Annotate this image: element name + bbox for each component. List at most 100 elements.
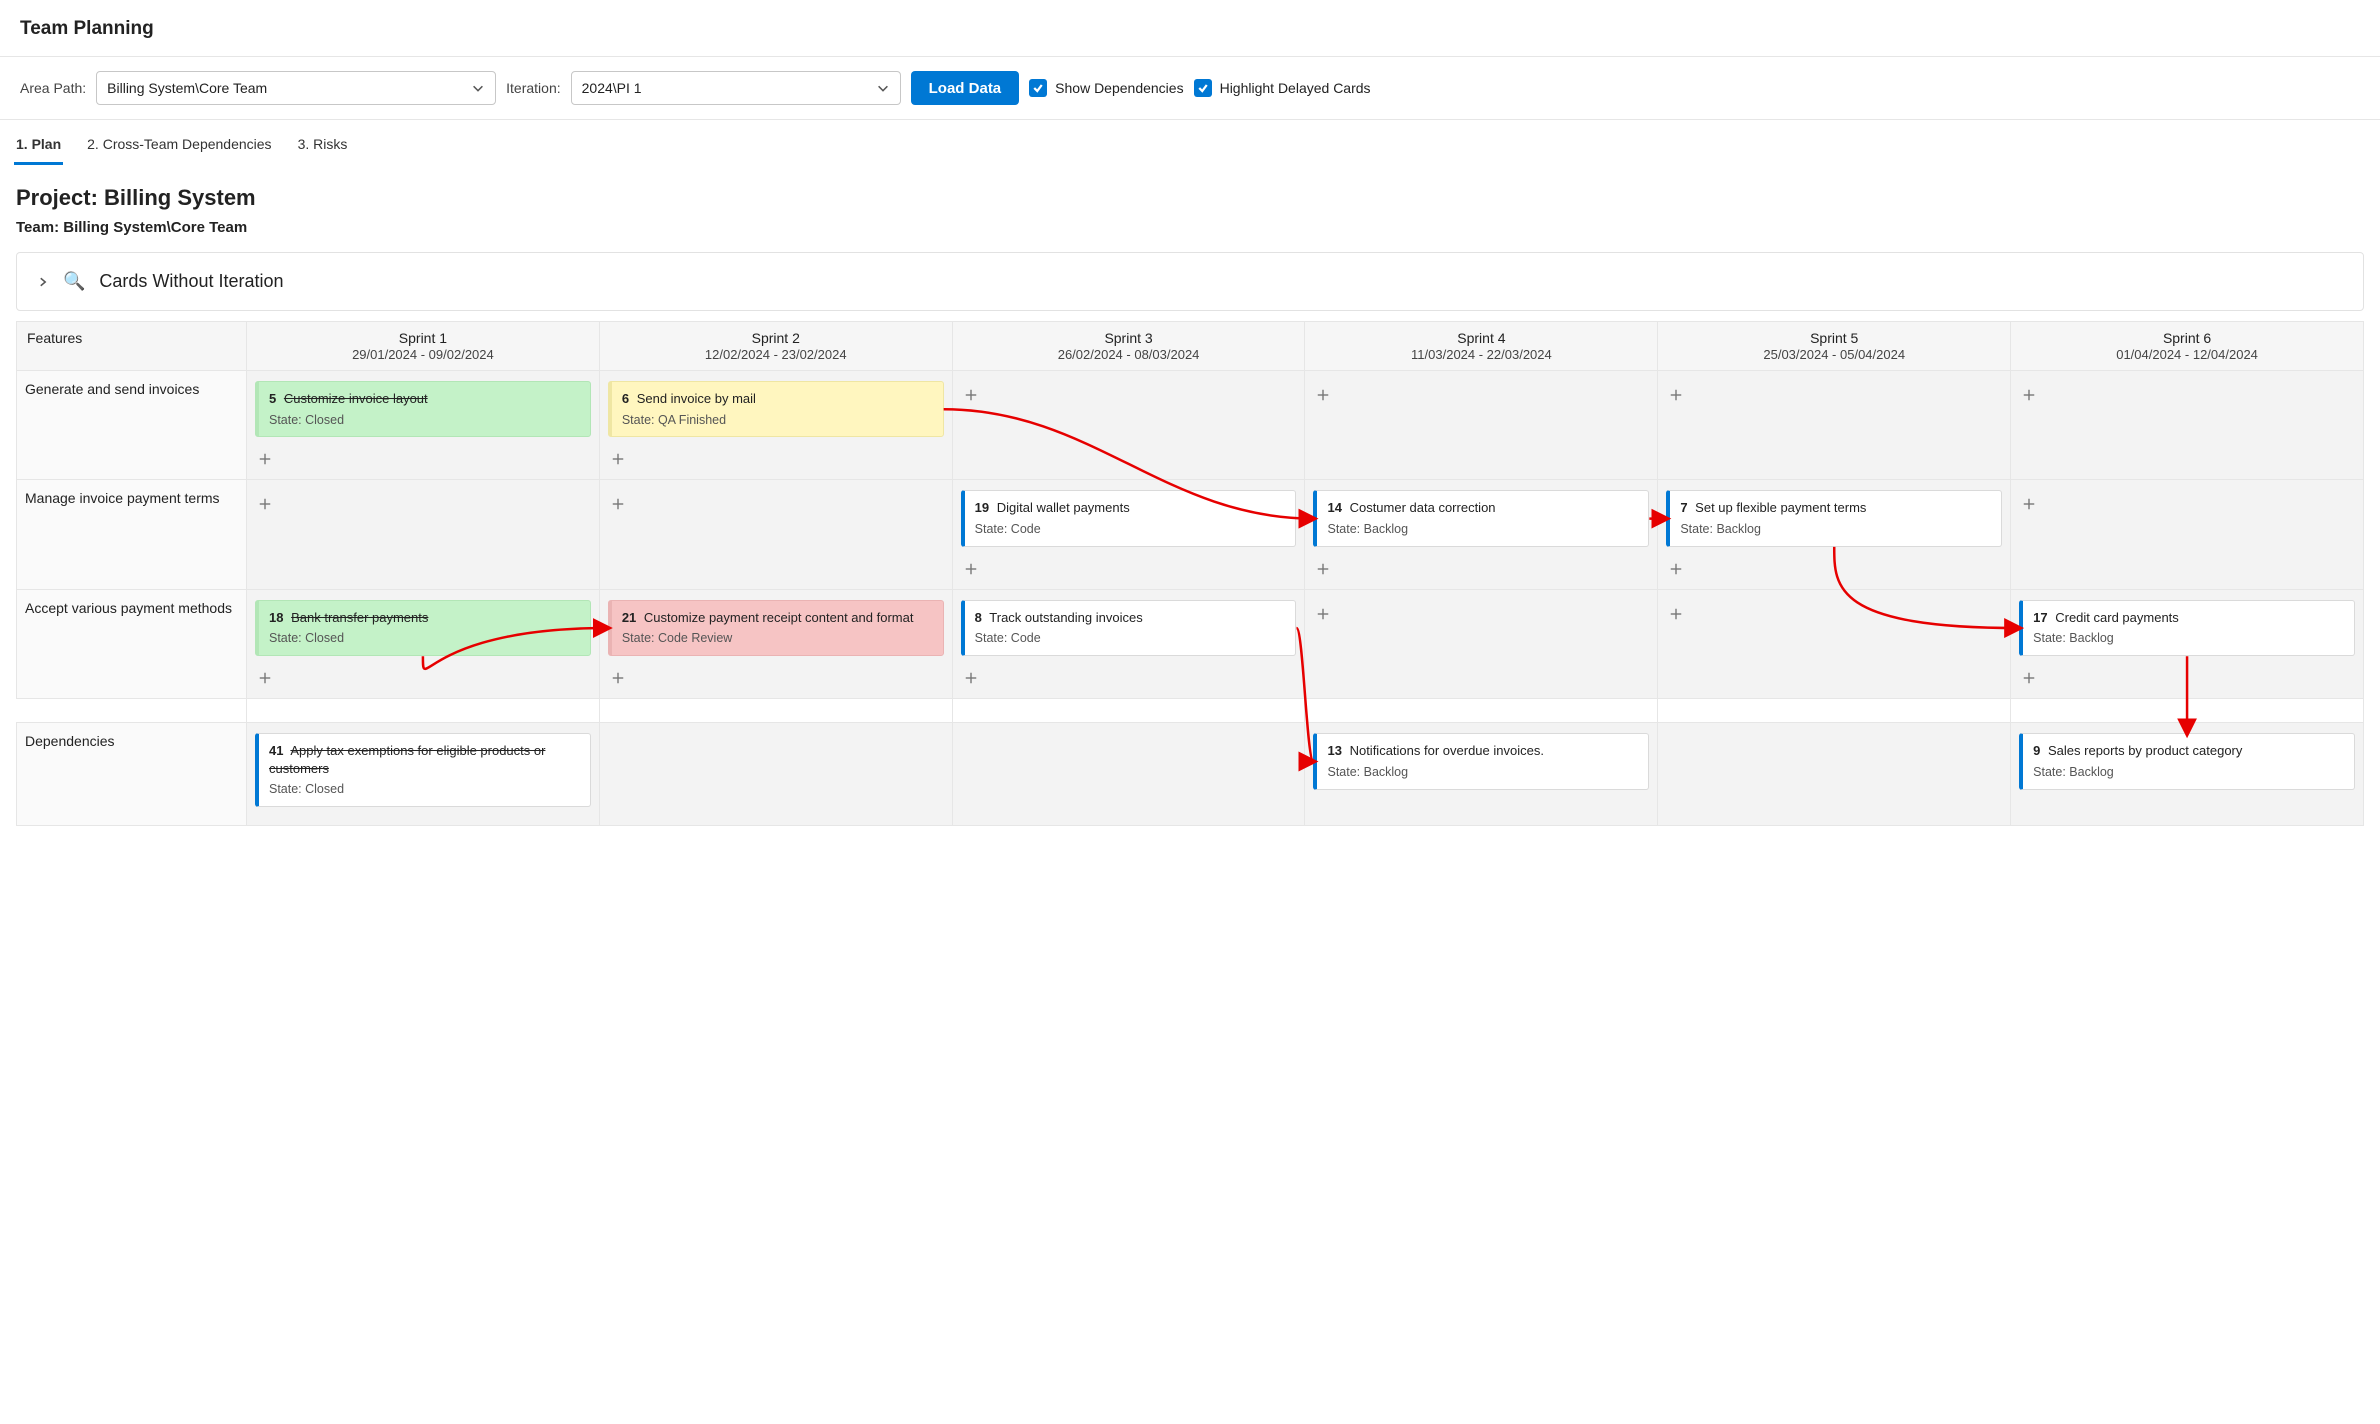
add-card-button[interactable] xyxy=(2019,385,2039,405)
card-state: State: Closed xyxy=(269,412,580,429)
card-id: 19 xyxy=(975,500,989,515)
add-card-button[interactable] xyxy=(961,559,981,579)
toolbar: Area Path: Billing System\Core Team Iter… xyxy=(0,57,2380,120)
plus-icon xyxy=(1316,562,1330,576)
add-card-button[interactable] xyxy=(1313,559,1333,579)
card-13[interactable]: 13 Notifications for overdue invoices. S… xyxy=(1313,733,1649,789)
cards-without-iteration-panel[interactable]: 🔍 Cards Without Iteration xyxy=(16,252,2364,311)
card-title: Sales reports by product category xyxy=(2048,743,2242,758)
add-card-button[interactable] xyxy=(255,668,275,688)
card-state: State: Backlog xyxy=(1680,521,1991,538)
card-14[interactable]: 14 Costumer data correction State: Backl… xyxy=(1313,490,1649,546)
add-card-button[interactable] xyxy=(1666,604,1686,624)
add-card-button[interactable] xyxy=(2019,494,2039,514)
features-header: Features xyxy=(17,322,247,371)
add-card-button[interactable] xyxy=(1313,604,1333,624)
card-19[interactable]: 19 Digital wallet payments State: Code xyxy=(961,490,1297,546)
project-title: Project: Billing System xyxy=(16,185,2364,211)
card-state: State: Code xyxy=(975,521,1286,538)
card-state: State: Backlog xyxy=(2033,764,2344,781)
add-card-button[interactable] xyxy=(1666,559,1686,579)
card-title: Credit card payments xyxy=(2055,610,2179,625)
card-title: Track outstanding invoices xyxy=(989,610,1142,625)
plus-icon xyxy=(964,562,978,576)
card-title: Notifications for overdue invoices. xyxy=(1350,743,1544,758)
card-state: State: Closed xyxy=(269,781,580,798)
add-card-button[interactable] xyxy=(961,668,981,688)
feature-generate-invoices: Generate and send invoices xyxy=(17,371,247,480)
card-18[interactable]: 18 Bank transfer payments State: Closed xyxy=(255,600,591,656)
add-card-button[interactable] xyxy=(255,494,275,514)
plus-icon xyxy=(2022,497,2036,511)
card-5[interactable]: 5 Customize invoice layout State: Closed xyxy=(255,381,591,437)
card-id: 17 xyxy=(2033,610,2047,625)
sprint-header-4: Sprint 4 11/03/2024 - 22/03/2024 xyxy=(1305,322,1658,371)
area-path-label: Area Path: xyxy=(20,80,86,96)
plus-icon xyxy=(1669,562,1683,576)
add-card-button[interactable] xyxy=(255,449,275,469)
sprint-name: Sprint 5 xyxy=(1664,330,2004,346)
checkbox-checked-icon xyxy=(1029,79,1047,97)
card-id: 13 xyxy=(1327,743,1341,758)
magnifier-icon: 🔍 xyxy=(63,271,85,292)
card-id: 18 xyxy=(269,610,283,625)
tab-plan[interactable]: 1. Plan xyxy=(14,130,63,165)
chevron-right-icon xyxy=(37,276,49,288)
card-17[interactable]: 17 Credit card payments State: Backlog xyxy=(2019,600,2355,656)
card-7[interactable]: 7 Set up flexible payment terms State: B… xyxy=(1666,490,2002,546)
sprint-dates: 12/02/2024 - 23/02/2024 xyxy=(705,347,847,362)
sprint-dates: 26/02/2024 - 08/03/2024 xyxy=(1058,347,1200,362)
sprint-header-2: Sprint 2 12/02/2024 - 23/02/2024 xyxy=(599,322,952,371)
show-dependencies-label: Show Dependencies xyxy=(1055,80,1183,96)
tab-cross-team-dependencies[interactable]: 2. Cross-Team Dependencies xyxy=(85,130,273,165)
load-data-button[interactable]: Load Data xyxy=(911,71,1020,105)
cards-without-iteration-label: Cards Without Iteration xyxy=(99,271,283,292)
plus-icon xyxy=(258,452,272,466)
plus-icon xyxy=(258,497,272,511)
sprint-name: Sprint 2 xyxy=(606,330,946,346)
plus-icon xyxy=(2022,388,2036,402)
card-9[interactable]: 9 Sales reports by product category Stat… xyxy=(2019,733,2355,789)
sprint-name: Sprint 1 xyxy=(253,330,593,346)
card-state: State: Closed xyxy=(269,630,580,647)
card-8[interactable]: 8 Track outstanding invoices State: Code xyxy=(961,600,1297,656)
card-state: State: Backlog xyxy=(1327,764,1638,781)
show-dependencies-checkbox[interactable]: Show Dependencies xyxy=(1029,79,1183,97)
sprint-header-3: Sprint 3 26/02/2024 - 08/03/2024 xyxy=(952,322,1305,371)
add-card-button[interactable] xyxy=(608,494,628,514)
add-card-button[interactable] xyxy=(1313,385,1333,405)
card-state: State: Code Review xyxy=(622,630,933,647)
card-6[interactable]: 6 Send invoice by mail State: QA Finishe… xyxy=(608,381,944,437)
iteration-select[interactable]: 2024\PI 1 xyxy=(571,71,901,105)
sprint-dates: 01/04/2024 - 12/04/2024 xyxy=(2116,347,2258,362)
plus-icon xyxy=(1316,607,1330,621)
tab-bar: 1. Plan 2. Cross-Team Dependencies 3. Ri… xyxy=(0,120,2380,165)
card-21[interactable]: 21 Customize payment receipt content and… xyxy=(608,600,944,656)
card-id: 9 xyxy=(2033,743,2040,758)
plus-icon xyxy=(611,671,625,685)
iteration-label: Iteration: xyxy=(506,80,560,96)
sprint-header-1: Sprint 1 29/01/2024 - 09/02/2024 xyxy=(247,322,600,371)
tab-risks[interactable]: 3. Risks xyxy=(296,130,350,165)
plus-icon xyxy=(611,452,625,466)
page-title: Team Planning xyxy=(0,0,2380,57)
plus-icon xyxy=(611,497,625,511)
add-card-button[interactable] xyxy=(608,449,628,469)
add-card-button[interactable] xyxy=(2019,668,2039,688)
checkbox-checked-icon xyxy=(1194,79,1212,97)
card-title: Digital wallet payments xyxy=(997,500,1130,515)
planning-board: Features Sprint 1 29/01/2024 - 09/02/202… xyxy=(16,321,2364,826)
feature-dependencies: Dependencies xyxy=(17,723,247,826)
card-id: 14 xyxy=(1327,500,1341,515)
card-41[interactable]: 41 Apply tax exemptions for eligible pro… xyxy=(255,733,591,807)
card-state: State: Backlog xyxy=(2033,630,2344,647)
highlight-delayed-label: Highlight Delayed Cards xyxy=(1220,80,1371,96)
card-id: 5 xyxy=(269,391,276,406)
add-card-button[interactable] xyxy=(961,385,981,405)
add-card-button[interactable] xyxy=(608,668,628,688)
area-path-select[interactable]: Billing System\Core Team xyxy=(96,71,496,105)
sprint-dates: 25/03/2024 - 05/04/2024 xyxy=(1763,347,1905,362)
highlight-delayed-checkbox[interactable]: Highlight Delayed Cards xyxy=(1194,79,1371,97)
add-card-button[interactable] xyxy=(1666,385,1686,405)
card-id: 21 xyxy=(622,610,636,625)
